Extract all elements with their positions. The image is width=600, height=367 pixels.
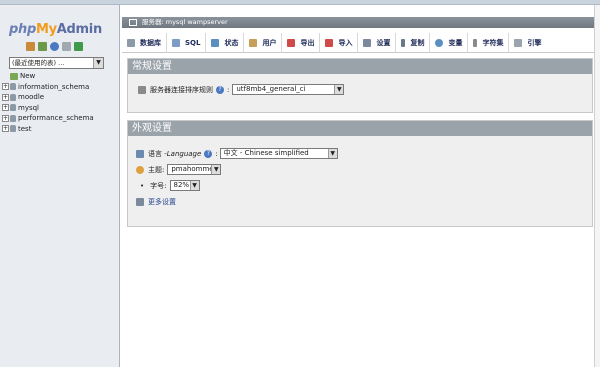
database-icon: [127, 38, 135, 47]
database-icon: [10, 125, 16, 133]
font-size-row: • 字号: 82% ▼: [140, 180, 200, 191]
exit-icon[interactable]: [38, 42, 47, 51]
replication-icon: [401, 38, 406, 47]
sql-icon: [172, 38, 180, 47]
theme-icon: [136, 165, 144, 174]
import-icon: [325, 38, 334, 47]
tab-databases[interactable]: 数据库: [122, 32, 167, 53]
bullet: •: [140, 181, 145, 190]
expand-icon[interactable]: +: [2, 125, 9, 133]
chevron-down-icon[interactable]: ▼: [93, 58, 103, 68]
tab-import[interactable]: 导入: [320, 32, 359, 53]
database-icon: [10, 104, 16, 112]
language-row: 语言 - Language ? : 中文 - Chinese simplifie…: [136, 148, 338, 159]
tab-settings[interactable]: 设置: [358, 32, 397, 53]
chevron-down-icon[interactable]: ▼: [189, 181, 199, 190]
tab-replication[interactable]: 复制: [396, 32, 431, 53]
database-tree: New + information_schema + moodle + mysq…: [2, 71, 94, 134]
more-settings-link[interactable]: 更多设置: [148, 197, 176, 207]
tree-item-database[interactable]: + moodle: [2, 92, 94, 103]
top-menu-tabs: 数据库 SQL 状态 用户 导出 导入 设置 复制 变量 字符集 引擎: [122, 32, 600, 53]
users-icon: [249, 38, 258, 47]
theme-select[interactable]: pmahomme ▼: [167, 164, 222, 175]
tree-item-database[interactable]: + performance_schema: [2, 113, 94, 124]
reload-icon[interactable]: [74, 42, 83, 51]
tree-item-database[interactable]: + mysql: [2, 103, 94, 114]
language-icon: [136, 149, 144, 158]
engine-icon: [514, 38, 523, 47]
help-icon[interactable]: ?: [204, 149, 213, 158]
tree-item-database[interactable]: + test: [2, 124, 94, 135]
chevron-down-icon[interactable]: ▼: [334, 85, 344, 94]
new-database-icon: [10, 72, 18, 80]
tab-sql[interactable]: SQL: [167, 32, 207, 53]
tab-users[interactable]: 用户: [244, 32, 283, 53]
tree-item-database[interactable]: + information_schema: [2, 82, 94, 93]
variables-icon: [435, 38, 444, 47]
main-panel: 服务器: mysql wampserver 数据库 SQL 状态 用户 导出 导…: [122, 5, 600, 367]
tree-item-new[interactable]: New: [2, 71, 94, 82]
charset-icon: [473, 38, 478, 47]
general-settings-panel: 常规设置 服务器连接排序规则 ? : utf8mb4_general_ci ▼: [127, 58, 593, 113]
expand-icon[interactable]: +: [2, 104, 9, 112]
help-icon[interactable]: [50, 42, 59, 51]
appearance-settings-title: 外观设置: [128, 121, 592, 136]
recent-tables-select[interactable]: (最近使用的表) ... ▼: [9, 57, 104, 69]
tab-export[interactable]: 导出: [282, 32, 321, 53]
chevron-down-icon[interactable]: ▼: [327, 149, 337, 158]
export-icon: [287, 38, 296, 47]
collation-select[interactable]: utf8mb4_general_ci ▼: [232, 84, 345, 95]
expand-icon[interactable]: +: [2, 93, 9, 101]
more-settings-row: 更多设置: [136, 197, 176, 207]
database-icon: [10, 93, 16, 101]
status-icon: [211, 38, 220, 47]
navigation-panel: phpMyAdmin (最近使用的表) ... ▼ New + informat…: [0, 5, 120, 367]
home-icon[interactable]: [26, 42, 35, 51]
tab-engines[interactable]: 引擎: [509, 33, 546, 53]
wrench-icon: [363, 38, 372, 47]
collation-label: 服务器连接排序规则: [150, 85, 213, 94]
tab-charsets[interactable]: 字符集: [468, 32, 510, 53]
language-label-en: Language: [166, 149, 202, 158]
appearance-settings-panel: 外观设置 语言 - Language ? : 中文 - Chinese simp…: [127, 120, 593, 227]
font-size-select[interactable]: 82% ▼: [169, 180, 200, 191]
tab-status[interactable]: 状态: [206, 32, 245, 53]
chevron-down-icon[interactable]: ▼: [211, 165, 221, 174]
docs-icon[interactable]: [62, 42, 71, 51]
help-icon[interactable]: ?: [216, 85, 224, 94]
nav-icon-bar: [26, 42, 83, 51]
right-scroll-edge: [594, 5, 600, 367]
language-select[interactable]: 中文 - Chinese simplified ▼: [219, 148, 338, 159]
expand-icon[interactable]: +: [2, 114, 9, 122]
collation-row: 服务器连接排序规则 ? : utf8mb4_general_ci ▼: [138, 84, 345, 95]
database-icon: [10, 83, 16, 91]
wrench-icon: [136, 198, 144, 206]
tab-variables[interactable]: 变量: [430, 32, 469, 53]
theme-row: 主题: pmahomme ▼: [136, 164, 222, 175]
server-icon: [129, 19, 137, 26]
collation-icon: [138, 85, 146, 94]
server-breadcrumb: 服务器: mysql wampserver: [122, 17, 600, 28]
database-icon: [10, 114, 16, 122]
phpmyadmin-logo[interactable]: phpMyAdmin: [9, 22, 102, 37]
expand-icon[interactable]: +: [2, 83, 9, 91]
general-settings-title: 常规设置: [128, 59, 592, 74]
